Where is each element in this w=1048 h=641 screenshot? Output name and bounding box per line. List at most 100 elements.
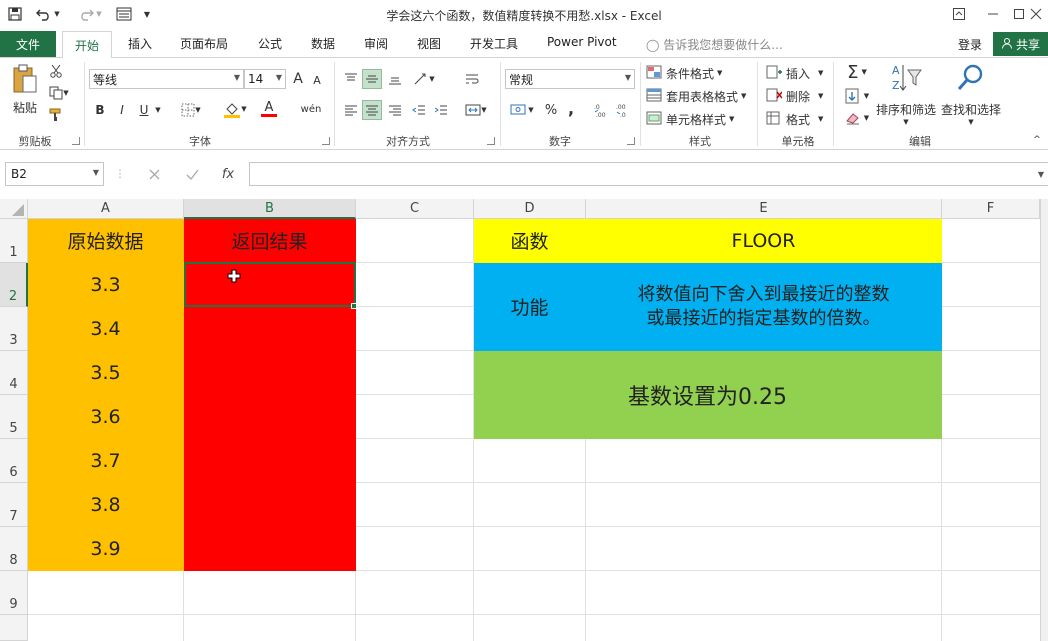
conditional-formatting-button[interactable]: 条件格式 ▼: [646, 64, 722, 82]
vertical-scrollbar[interactable]: [1040, 199, 1048, 641]
number-launcher[interactable]: [627, 137, 635, 145]
fill-handle[interactable]: [351, 303, 357, 309]
format-cells-button[interactable]: 格式 ▼: [766, 110, 823, 128]
col-header-c[interactable]: C: [356, 199, 474, 219]
increase-indent-icon[interactable]: [431, 100, 451, 120]
italic-button[interactable]: I: [114, 100, 130, 120]
align-right-icon[interactable]: [385, 100, 405, 120]
borders-icon[interactable]: ▼: [178, 100, 204, 120]
font-launcher[interactable]: [322, 137, 330, 145]
find-select-button[interactable]: 查找和选择 ▼: [940, 62, 1002, 132]
cancel-entry-icon[interactable]: [142, 165, 166, 183]
font-size-combo[interactable]: 14 ▼: [244, 69, 286, 89]
enter-entry-icon[interactable]: [180, 165, 204, 183]
align-bottom-icon[interactable]: [385, 69, 405, 89]
cell-styles-button[interactable]: 单元格样式 ▼: [646, 110, 734, 128]
select-all-corner[interactable]: [0, 199, 28, 219]
row-header-9[interactable]: 9: [0, 571, 28, 615]
orientation-icon[interactable]: ▼: [410, 69, 438, 89]
tab-data[interactable]: 数据: [311, 35, 335, 52]
number-format-combo[interactable]: 常规 ▼: [505, 69, 635, 89]
format-as-table-button[interactable]: 套用表格格式 ▼: [646, 87, 746, 105]
tab-view[interactable]: 视图: [417, 35, 441, 52]
col-header-e[interactable]: E: [586, 199, 942, 219]
cell-e1[interactable]: FLOOR: [586, 219, 942, 263]
row-header-5[interactable]: 5: [0, 395, 28, 439]
cell-a2[interactable]: 3.3: [28, 263, 184, 307]
wrap-text-icon[interactable]: [462, 69, 482, 89]
tab-formulas[interactable]: 公式: [258, 35, 282, 52]
col-header-d[interactable]: D: [474, 199, 586, 219]
name-box[interactable]: B2 ▼: [5, 162, 104, 186]
comma-button[interactable]: ,: [564, 98, 578, 118]
row-header-6[interactable]: 6: [0, 439, 28, 483]
formula-input[interactable]: [249, 162, 1048, 186]
row-header-8[interactable]: 8: [0, 527, 28, 571]
bold-button[interactable]: B: [92, 100, 108, 120]
share-button[interactable]: 共享: [993, 32, 1048, 56]
expand-formula-icon[interactable]: ▼: [1036, 169, 1046, 179]
font-name-combo[interactable]: 等线 ▼: [89, 69, 244, 89]
row-header-4[interactable]: 4: [0, 351, 28, 395]
tab-page-layout[interactable]: 页面布局: [180, 35, 228, 52]
clipboard-launcher[interactable]: [72, 137, 80, 145]
close-icon[interactable]: [1024, 2, 1048, 26]
copy-icon[interactable]: ▼: [46, 84, 72, 102]
font-color-button[interactable]: A: [254, 98, 284, 120]
format-painter-icon[interactable]: [46, 106, 66, 124]
tab-power-pivot[interactable]: Power Pivot: [547, 35, 617, 49]
row-header-3[interactable]: 3: [0, 307, 28, 351]
cell-e2[interactable]: 将数值向下舍入到最接近的整数 或最接近的指定基数的倍数。: [586, 263, 942, 351]
col-header-f[interactable]: F: [942, 199, 1040, 219]
cell-a3[interactable]: 3.4: [28, 307, 184, 351]
delete-cells-button[interactable]: 删除 ▼: [766, 87, 823, 105]
cell-d1[interactable]: 函数: [474, 219, 586, 263]
paste-button[interactable]: 粘贴: [8, 62, 42, 118]
collapse-ribbon-icon[interactable]: ^: [1030, 134, 1044, 146]
align-center-icon[interactable]: [362, 100, 382, 120]
shrink-font-button[interactable]: A: [310, 72, 324, 88]
ribbon-display-icon[interactable]: [942, 2, 976, 26]
cell-a1[interactable]: 原始数据: [28, 219, 184, 263]
cell-a6[interactable]: 3.7: [28, 439, 184, 483]
underline-button[interactable]: U: [136, 100, 152, 120]
autosum-icon[interactable]: Σ ▼: [840, 62, 874, 83]
cell-d4-merged[interactable]: 基数设置为0.25: [474, 351, 942, 439]
decrease-indent-icon[interactable]: [409, 100, 429, 120]
cell-d2[interactable]: 功能: [474, 263, 586, 351]
cell-b2-b8[interactable]: [184, 263, 356, 571]
cell-a5[interactable]: 3.6: [28, 395, 184, 439]
formula-bar-handle[interactable]: ⋮: [115, 168, 125, 180]
accounting-format-icon[interactable]: ▼: [507, 100, 537, 120]
underline-dropdown-icon[interactable]: ▼: [153, 100, 163, 120]
fill-color-icon[interactable]: ▼: [220, 98, 250, 120]
row-header-7[interactable]: 7: [0, 483, 28, 527]
tab-review[interactable]: 审阅: [364, 35, 388, 52]
increase-decimal-icon[interactable]: .0.00: [592, 100, 612, 120]
row-header-1[interactable]: 1: [0, 219, 28, 263]
cell-a8[interactable]: 3.9: [28, 527, 184, 571]
col-header-b[interactable]: B: [184, 199, 356, 219]
sort-filter-button[interactable]: AZ 排序和筛选 ▼: [876, 62, 936, 132]
align-left-icon[interactable]: [341, 100, 361, 120]
phonetic-button[interactable]: wén: [296, 98, 326, 120]
cell-a7[interactable]: 3.8: [28, 483, 184, 527]
percent-button[interactable]: %: [542, 100, 560, 120]
cell-a4[interactable]: 3.5: [28, 351, 184, 395]
decrease-decimal-icon[interactable]: .00.0: [614, 100, 634, 120]
merge-center-icon[interactable]: ▼: [462, 100, 490, 120]
col-header-a[interactable]: A: [28, 199, 184, 219]
tab-home[interactable]: 开始: [62, 31, 112, 58]
insert-cells-button[interactable]: 插入 ▼: [766, 64, 823, 82]
grow-font-button[interactable]: A: [290, 70, 306, 88]
tab-insert[interactable]: 插入: [128, 35, 152, 52]
cell-b1[interactable]: 返回结果: [184, 219, 356, 263]
insert-function-button[interactable]: fx: [216, 165, 240, 183]
cut-icon[interactable]: [46, 62, 66, 80]
row-header-2[interactable]: 2: [0, 263, 28, 307]
align-middle-icon[interactable]: [362, 69, 382, 89]
fill-icon[interactable]: ▼: [840, 86, 874, 106]
tab-file[interactable]: 文件: [0, 31, 56, 57]
align-top-icon[interactable]: [341, 69, 361, 89]
row-header-10[interactable]: [0, 615, 28, 641]
